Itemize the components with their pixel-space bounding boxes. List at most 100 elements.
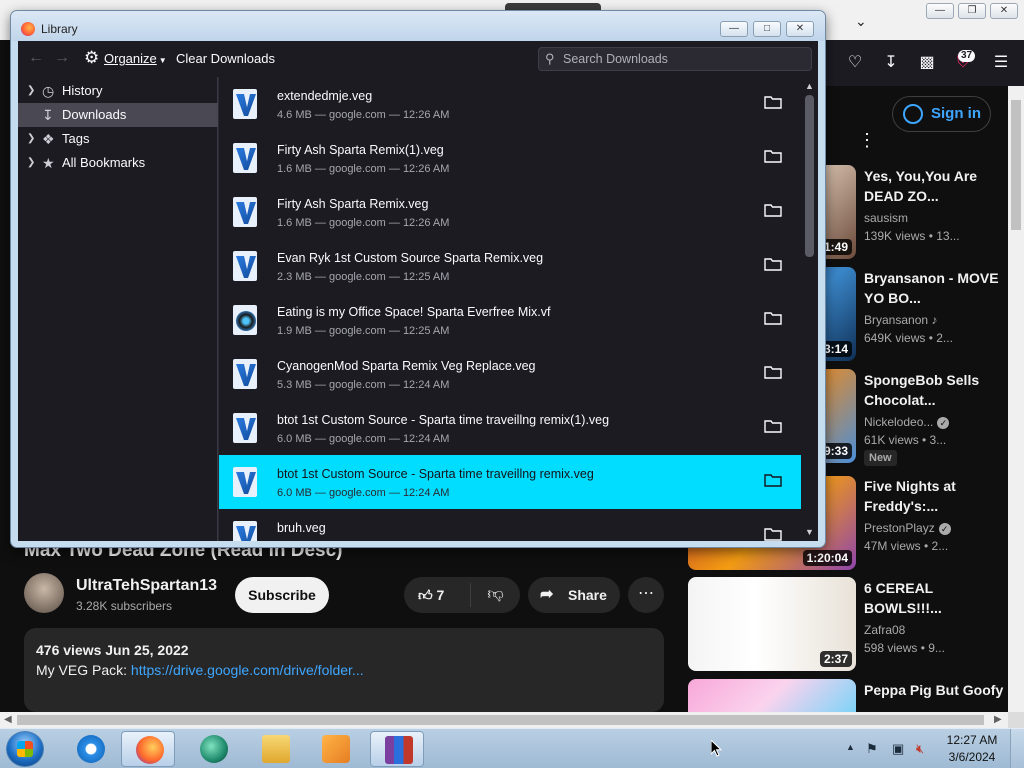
chevron-right-icon[interactable]: ❯ [27, 127, 35, 151]
like-button[interactable]: 👍︎ 7 [404, 577, 470, 613]
menu-icon[interactable]: ☰ [990, 52, 1012, 74]
folder-icon[interactable] [764, 472, 782, 488]
forward-arrow-icon[interactable]: → [54, 49, 70, 67]
rec-channel[interactable]: Bryansanon ♪ [864, 313, 937, 327]
browser-restore-button[interactable]: ❐ [958, 3, 986, 19]
page-vertical-scrollbar[interactable] [1008, 86, 1024, 712]
more-options-icon[interactable]: ⋮ [858, 130, 876, 151]
download-row[interactable]: btot 1st Custom Source - Sparta time tra… [219, 401, 801, 455]
download-status: 1.6 MB — google.com — 12:26 AM [277, 217, 450, 229]
folder-icon[interactable] [764, 94, 782, 110]
scroll-thumb[interactable] [805, 95, 814, 257]
description-link[interactable]: https://drive.google.com/drive/folder... [131, 662, 364, 678]
folder-icon[interactable] [764, 526, 782, 541]
download-row[interactable]: Evan Ryk 1st Custom Source Sparta Remix.… [219, 239, 801, 293]
browser-minimize-button[interactable]: — [926, 3, 954, 19]
share-button[interactable]: ➦ Share [528, 577, 620, 613]
rec-title[interactable]: Bryansanon - MOVE YO BO... [864, 268, 1004, 308]
taskbar-app-orb[interactable] [186, 731, 240, 767]
rec-title[interactable]: Peppa Pig But Goofy [864, 680, 1004, 712]
download-icon[interactable]: ↧ [880, 52, 902, 74]
rec-title[interactable]: 6 CEREAL BOWLS!!!... [864, 578, 1004, 618]
chevron-right-icon[interactable]: ❯ [27, 79, 35, 103]
browser-close-button[interactable]: ✕ [990, 3, 1018, 19]
rec-thumbnail[interactable] [688, 679, 856, 712]
clock-time[interactable]: 12:27 AM [942, 733, 1002, 747]
rec-channel[interactable]: sausism [864, 211, 908, 225]
channel-name[interactable]: UltraTehSpartan13 [76, 577, 217, 595]
taskbar-internet-explorer[interactable] [63, 731, 117, 767]
download-row[interactable]: bruh.veg [219, 509, 801, 541]
download-row[interactable]: CyanogenMod Sparta Remix Veg Replace.veg… [219, 347, 801, 401]
rec-title[interactable]: Five Nights at Freddy's:... [864, 476, 1004, 516]
dislike-button[interactable]: 👎︎ [471, 577, 520, 613]
show-desktop-button[interactable] [1010, 729, 1024, 768]
network-icon[interactable]: ▣ [892, 741, 908, 756]
sidebar-item-tags[interactable]: ❯ ❖ Tags [18, 127, 218, 151]
close-button[interactable]: ✕ [786, 21, 814, 37]
avatar[interactable] [24, 573, 64, 613]
organize-button[interactable]: ⚙ Organize ▼ [84, 49, 167, 70]
sidebar-item-downloads[interactable]: ↧ Downloads [18, 103, 218, 127]
folder-icon[interactable] [764, 148, 782, 164]
download-row[interactable]: extendedmje.veg 4.6 MB — google.com — 12:… [219, 77, 801, 131]
action-center-flag-icon[interactable]: ⚑ [866, 741, 882, 756]
scroll-down-icon[interactable]: ▼ [805, 527, 814, 537]
view-stats: 476 views Jun 25, 2022 [36, 642, 189, 658]
search-box[interactable]: ⚲ [538, 47, 812, 71]
scrollbar-corner [1008, 712, 1024, 728]
chevron-right-icon[interactable]: ❯ [27, 151, 35, 175]
downloads-scrollbar[interactable]: ▲ ▼ [801, 77, 818, 541]
download-row[interactable]: Firty Ash Sparta Remix.veg 1.6 MB — googl… [219, 185, 801, 239]
scroll-right-icon[interactable]: ▶ [994, 714, 1002, 725]
sidebar-item-label: Tags [62, 131, 90, 146]
tray-expand-icon[interactable]: ▲ [846, 742, 855, 752]
download-row[interactable]: Firty Ash Sparta Remix(1).veg 1.6 MB — go… [219, 131, 801, 185]
search-input[interactable] [563, 50, 803, 68]
extension-badge: 37 [958, 50, 976, 62]
taskbar-file-explorer[interactable] [248, 731, 302, 767]
maximize-button[interactable]: □ [753, 21, 781, 37]
pocket-icon[interactable]: ♡ [844, 52, 866, 74]
subscribe-button[interactable]: Subscribe [235, 577, 329, 613]
folder-icon[interactable] [764, 418, 782, 434]
rec-channel[interactable]: PrestonPlayz ✓ [864, 521, 951, 535]
rec-thumbnail[interactable]: 2:37 [688, 577, 856, 671]
scroll-up-icon[interactable]: ▲ [805, 81, 814, 91]
folder-icon[interactable] [764, 202, 782, 218]
back-arrow-icon[interactable]: ← [28, 49, 44, 67]
window-title: Library [41, 22, 78, 36]
page-horizontal-scrollbar[interactable]: ◀ ▶ [0, 712, 1008, 728]
scroll-thumb[interactable] [1011, 100, 1021, 230]
sidebar-item-all-bookmarks[interactable]: ❯ ★ All Bookmarks [18, 151, 218, 175]
volume-muted-icon[interactable]: 🔇︎ [916, 741, 932, 756]
folder-icon[interactable] [764, 256, 782, 272]
sign-in-button[interactable]: Sign in [892, 96, 991, 132]
scroll-thumb[interactable] [17, 715, 984, 725]
clear-downloads-button[interactable]: Clear Downloads [176, 50, 275, 68]
taskbar-firefox[interactable] [121, 731, 175, 767]
download-row[interactable]: Eating is my Office Space! Sparta Everfr… [219, 293, 801, 347]
more-actions-button[interactable]: ⋯ [628, 577, 664, 613]
folder-icon[interactable] [764, 310, 782, 326]
folder-icon[interactable] [764, 364, 782, 380]
rec-channel[interactable]: Nickelodeo... ✓ [864, 415, 950, 429]
download-row[interactable]: btot 1st Custom Source - Sparta time tra… [219, 455, 801, 509]
download-status: 1.9 MB — google.com — 12:25 AM [277, 325, 450, 337]
start-button[interactable] [6, 731, 44, 767]
clock-date[interactable]: 3/6/2024 [942, 750, 1002, 764]
minimize-button[interactable]: — [720, 21, 748, 37]
sidebar-item-history[interactable]: ❯ ◷ History [18, 79, 218, 103]
taskbar-winrar[interactable] [370, 731, 424, 767]
chevron-down-icon[interactable]: ⌄ [855, 13, 867, 30]
scroll-left-icon[interactable]: ◀ [4, 714, 12, 725]
rec-channel[interactable]: Zafra08 [864, 623, 905, 637]
search-icon: ⚲ [545, 51, 555, 66]
extensions-icon[interactable]: ▩ [916, 52, 938, 74]
description-box[interactable]: 476 views Jun 25, 2022 My VEG Pack: http… [24, 628, 664, 712]
taskbar-media-player[interactable] [308, 731, 362, 767]
sign-in-label: Sign in [931, 105, 981, 122]
rec-title[interactable]: Yes, You,You Are DEAD ZO... [864, 166, 1004, 206]
library-titlebar[interactable]: Library — □ ✕ [11, 11, 825, 41]
rec-title[interactable]: SpongeBob Sells Chocolat... [864, 370, 1004, 410]
